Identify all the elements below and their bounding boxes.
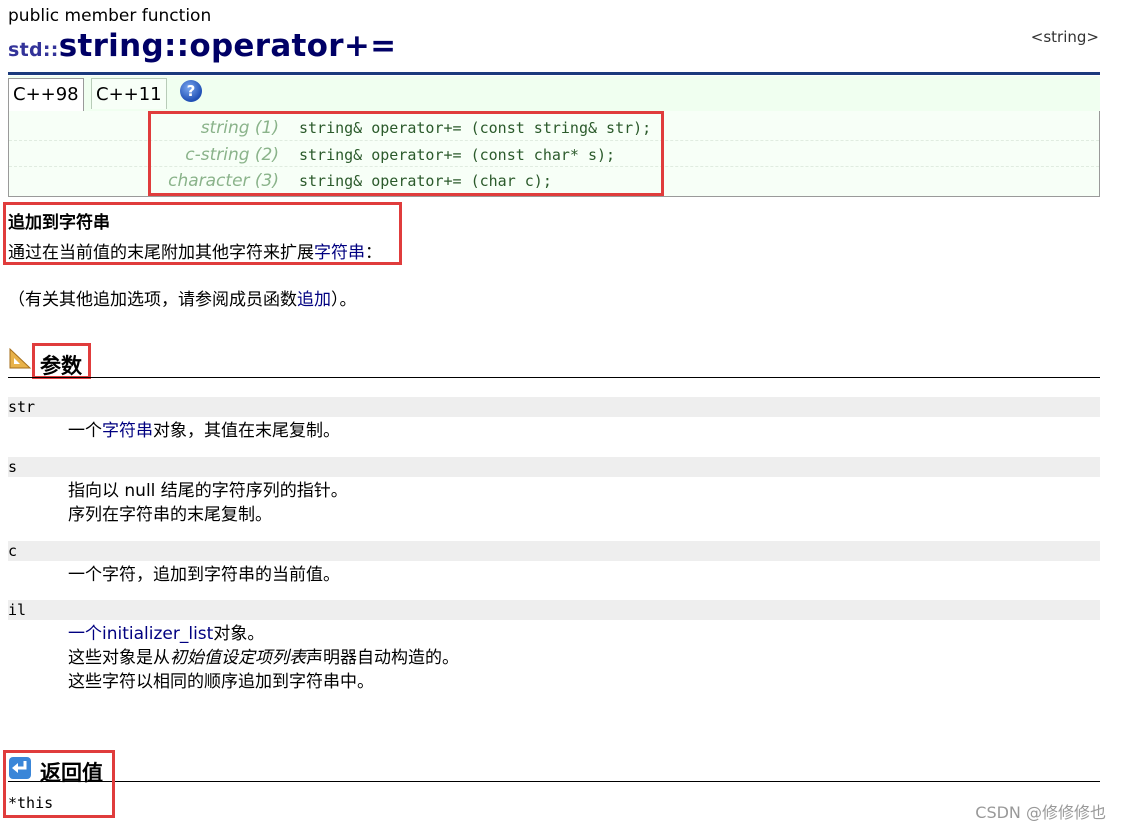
param-desc-s: 指向以 null 结尾的字符序列的指针。 序列在字符串的末尾复制。 bbox=[68, 479, 348, 527]
param-desc-str: 一个字符串对象，其值在末尾复制。 bbox=[68, 419, 340, 443]
param-desc-text: 对象。 bbox=[213, 624, 265, 644]
prototype-highlight-box bbox=[148, 111, 664, 196]
string-link[interactable]: 字符串 bbox=[102, 421, 153, 441]
description-highlight-box bbox=[3, 202, 402, 265]
header-reference-link[interactable]: <string> bbox=[1031, 28, 1099, 46]
watermark: CSDN @修修修也 bbox=[975, 803, 1106, 822]
param-desc-text: 这些对象是从 bbox=[68, 648, 170, 668]
page-title: std::string::operator+= bbox=[8, 28, 396, 64]
parameters-highlight-box bbox=[32, 343, 91, 379]
set-square-ruler-icon bbox=[9, 347, 32, 369]
param-desc-text: 一个 bbox=[68, 421, 102, 441]
title-rule bbox=[8, 72, 1100, 75]
note-after: ）。 bbox=[331, 290, 357, 310]
tab-cpp11[interactable]: C++11 bbox=[91, 78, 167, 109]
help-icon[interactable]: ? bbox=[180, 80, 202, 102]
param-desc-line: 这些字符以相同的顺序追加到字符串中。 bbox=[68, 672, 374, 692]
param-desc-text: 声明器自动构造的。 bbox=[306, 648, 459, 668]
tab-cpp98[interactable]: C++98 bbox=[8, 78, 84, 112]
param-desc-line: 一个initializer_list对象。 bbox=[68, 622, 459, 646]
title-text: string::operator+= bbox=[58, 28, 397, 64]
initializer-list-link[interactable]: 一个initializer_list bbox=[68, 624, 213, 644]
namespace-label: std:: bbox=[8, 39, 59, 61]
param-desc-line: 序列在字符串的末尾复制。 bbox=[68, 505, 272, 525]
param-desc-italic: 初始值设定项列表 bbox=[170, 648, 306, 668]
param-term-il: il bbox=[8, 600, 1100, 620]
param-term-s: s bbox=[8, 457, 1100, 477]
member-type-label: public member function bbox=[8, 6, 212, 26]
parameters-rule bbox=[8, 377, 1100, 378]
description-note: （有关其他追加选项，请参阅成员函数追加）。 bbox=[8, 285, 357, 310]
note-before: （有关其他追加选项，请参阅成员函数 bbox=[8, 290, 297, 310]
return-value-highlight-box bbox=[3, 750, 115, 818]
param-term-str: str bbox=[8, 397, 1100, 417]
param-term-c: c bbox=[8, 541, 1100, 561]
append-link[interactable]: 追加 bbox=[297, 290, 331, 310]
param-desc-line: 这些对象是从初始值设定项列表声明器自动构造的。 bbox=[68, 646, 459, 670]
version-tabs: C++98 C++11 ? bbox=[8, 76, 1100, 112]
param-desc-line: 指向以 null 结尾的字符序列的指针。 bbox=[68, 481, 348, 501]
return-value-rule bbox=[8, 781, 1100, 782]
param-desc-text: 对象，其值在末尾复制。 bbox=[153, 421, 340, 441]
param-desc-c: 一个字符，追加到字符串的当前值。 bbox=[68, 565, 340, 585]
param-desc-il: 一个initializer_list对象。 这些对象是从初始值设定项列表声明器自… bbox=[68, 622, 459, 694]
